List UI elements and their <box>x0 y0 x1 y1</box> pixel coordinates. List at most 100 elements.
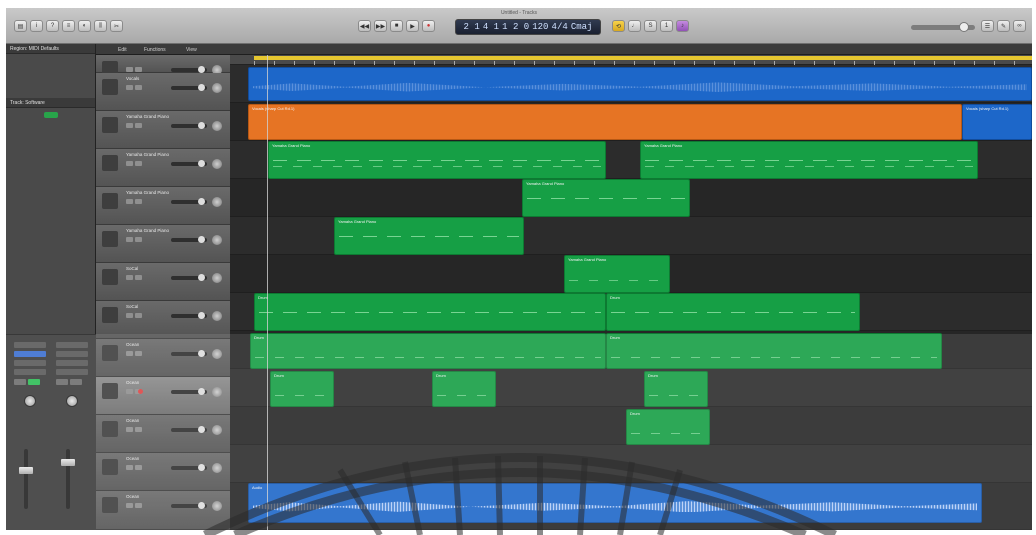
mixer-icon[interactable]: ⫼ <box>94 20 107 32</box>
track-volume-slider[interactable] <box>171 464 207 471</box>
track-header[interactable]: SoCal <box>96 263 230 301</box>
vocal-region[interactable]: Vocals (sharp Cut Rd.1) <box>962 104 1032 140</box>
mute-solo-buttons[interactable] <box>126 85 142 90</box>
drummer-region[interactable]: Drum <box>606 293 860 331</box>
drummer-region[interactable]: Drum <box>606 333 942 369</box>
mute-solo-buttons[interactable] <box>126 161 142 166</box>
track-header[interactable]: Yamaha Grand Piano <box>96 149 230 187</box>
tracks-area[interactable]: Vocals (sharp Cut Rd.1) Vocals (sharp Cu… <box>230 55 1032 530</box>
track-header[interactable]: Yamaha Grand Piano <box>96 111 230 149</box>
forward-icon[interactable]: ▶▶ <box>374 20 387 32</box>
drummer-region[interactable]: Drum <box>432 371 496 407</box>
metronome-icon[interactable]: ♪ <box>676 20 689 32</box>
midi-region[interactable]: Yamaha Grand Piano <box>268 141 606 179</box>
track-pan-knob[interactable] <box>212 501 222 511</box>
audio-fx-slot[interactable] <box>14 360 46 366</box>
mute-solo-buttons[interactable] <box>126 465 142 470</box>
instrument-slot[interactable] <box>14 351 46 357</box>
track-pan-knob[interactable] <box>212 463 222 473</box>
track-pan-knob[interactable] <box>212 83 222 93</box>
library-icon[interactable]: ▤ <box>14 20 27 32</box>
track-volume-slider[interactable] <box>171 84 207 91</box>
midi-region[interactable]: Yamaha Grand Piano <box>640 141 978 179</box>
read-button[interactable] <box>14 379 26 385</box>
audio-fx-slot[interactable] <box>56 360 88 366</box>
mute-solo-buttons[interactable] <box>126 275 142 280</box>
view-menu[interactable]: View <box>186 47 197 53</box>
editors-icon[interactable]: ✂ <box>110 20 123 32</box>
track-lane[interactable] <box>230 445 1032 483</box>
record-enable-icon[interactable] <box>138 389 143 394</box>
track-name[interactable]: Yamaha Grand Piano <box>126 190 169 195</box>
drummer-region[interactable]: Drum <box>644 371 708 407</box>
mute-solo-buttons[interactable] <box>126 67 142 72</box>
help-icon[interactable]: ? <box>46 20 59 32</box>
track-pan-knob[interactable] <box>212 425 222 435</box>
volume-fader-track[interactable] <box>66 449 70 509</box>
track-pan-knob[interactable] <box>212 159 222 169</box>
region-inspector-header[interactable]: Region: MIDI Defaults <box>6 44 95 54</box>
audio-region[interactable] <box>248 67 1032 101</box>
edit-menu[interactable]: Edit <box>118 47 127 53</box>
ruler[interactable] <box>230 55 1032 65</box>
mute-solo-buttons[interactable] <box>126 123 142 128</box>
track-volume-slider[interactable] <box>171 122 207 129</box>
group-button[interactable] <box>28 379 40 385</box>
master-volume-knob[interactable] <box>959 22 969 32</box>
track-header[interactable]: Vocals <box>96 73 230 111</box>
drummer-region[interactable]: Drum <box>270 371 334 407</box>
track-name[interactable]: Ocean <box>126 342 139 347</box>
track-header[interactable]: SoCal <box>96 301 230 339</box>
vocal-region[interactable]: Vocals (sharp Cut Rd.1) <box>248 104 962 140</box>
track-header[interactable]: Ocean <box>96 415 230 453</box>
toolbar-icon[interactable]: ≡ <box>62 20 75 32</box>
audio-region[interactable]: Audio <box>248 483 982 523</box>
track-header-selected[interactable]: Ocean <box>96 377 230 415</box>
track-pan-knob[interactable] <box>212 235 222 245</box>
notepad-icon[interactable]: ✎ <box>997 20 1010 32</box>
pan-knob[interactable] <box>24 395 36 407</box>
track-volume-slider[interactable] <box>171 236 207 243</box>
track-pan-knob[interactable] <box>212 311 222 321</box>
midi-region[interactable]: Yamaha Grand Piano <box>522 179 690 217</box>
output-slot[interactable] <box>56 369 88 375</box>
read-button[interactable] <box>56 379 68 385</box>
track-volume-slider[interactable] <box>171 198 207 205</box>
rewind-icon[interactable]: ◀◀ <box>358 20 371 32</box>
playhead[interactable] <box>267 55 268 530</box>
track-header[interactable]: Ocean <box>96 453 230 491</box>
track-header[interactable]: Ocean <box>96 491 230 530</box>
volume-fader-track[interactable] <box>24 449 28 509</box>
sends-slot[interactable] <box>14 369 46 375</box>
volume-fader-cap[interactable] <box>61 459 75 466</box>
track-volume-slider[interactable] <box>171 66 207 73</box>
pan-knob[interactable] <box>66 395 78 407</box>
info-icon[interactable]: i <box>30 20 43 32</box>
track-name[interactable]: Ocean <box>126 494 139 499</box>
track-name[interactable]: Yamaha Grand Piano <box>126 152 169 157</box>
track-pan-knob[interactable] <box>212 121 222 131</box>
cycle-icon[interactable]: ⟲ <box>612 20 625 32</box>
mute-solo-buttons[interactable] <box>126 503 142 508</box>
stop-icon[interactable]: ■ <box>390 20 403 32</box>
track-pan-knob[interactable] <box>212 349 222 359</box>
track-name[interactable]: Yamaha Grand Piano <box>126 114 169 119</box>
track-name[interactable]: SoCal <box>126 304 138 309</box>
solo-icon[interactable]: S <box>644 20 657 32</box>
track-name[interactable]: Vocals <box>126 76 139 81</box>
track-volume-slider[interactable] <box>171 426 207 433</box>
track-name[interactable]: Ocean <box>126 418 139 423</box>
functions-menu[interactable]: Functions <box>144 47 166 53</box>
drummer-region[interactable]: Drum <box>626 409 710 445</box>
track-volume-slider[interactable] <box>171 160 207 167</box>
track-header[interactable]: Ocean <box>96 339 230 377</box>
track-inspector-header[interactable]: Track: Software <box>6 98 95 108</box>
loop-browser-icon[interactable]: ∞ <box>1013 20 1026 32</box>
count-in-icon[interactable]: 1 <box>660 20 673 32</box>
list-editors-icon[interactable]: ☰ <box>981 20 994 32</box>
track-header[interactable]: Yamaha Grand Piano <box>96 187 230 225</box>
mute-solo-buttons[interactable] <box>126 427 142 432</box>
volume-fader-cap[interactable] <box>19 467 33 474</box>
mute-solo-buttons[interactable] <box>126 237 142 242</box>
track-pan-knob[interactable] <box>212 387 222 397</box>
